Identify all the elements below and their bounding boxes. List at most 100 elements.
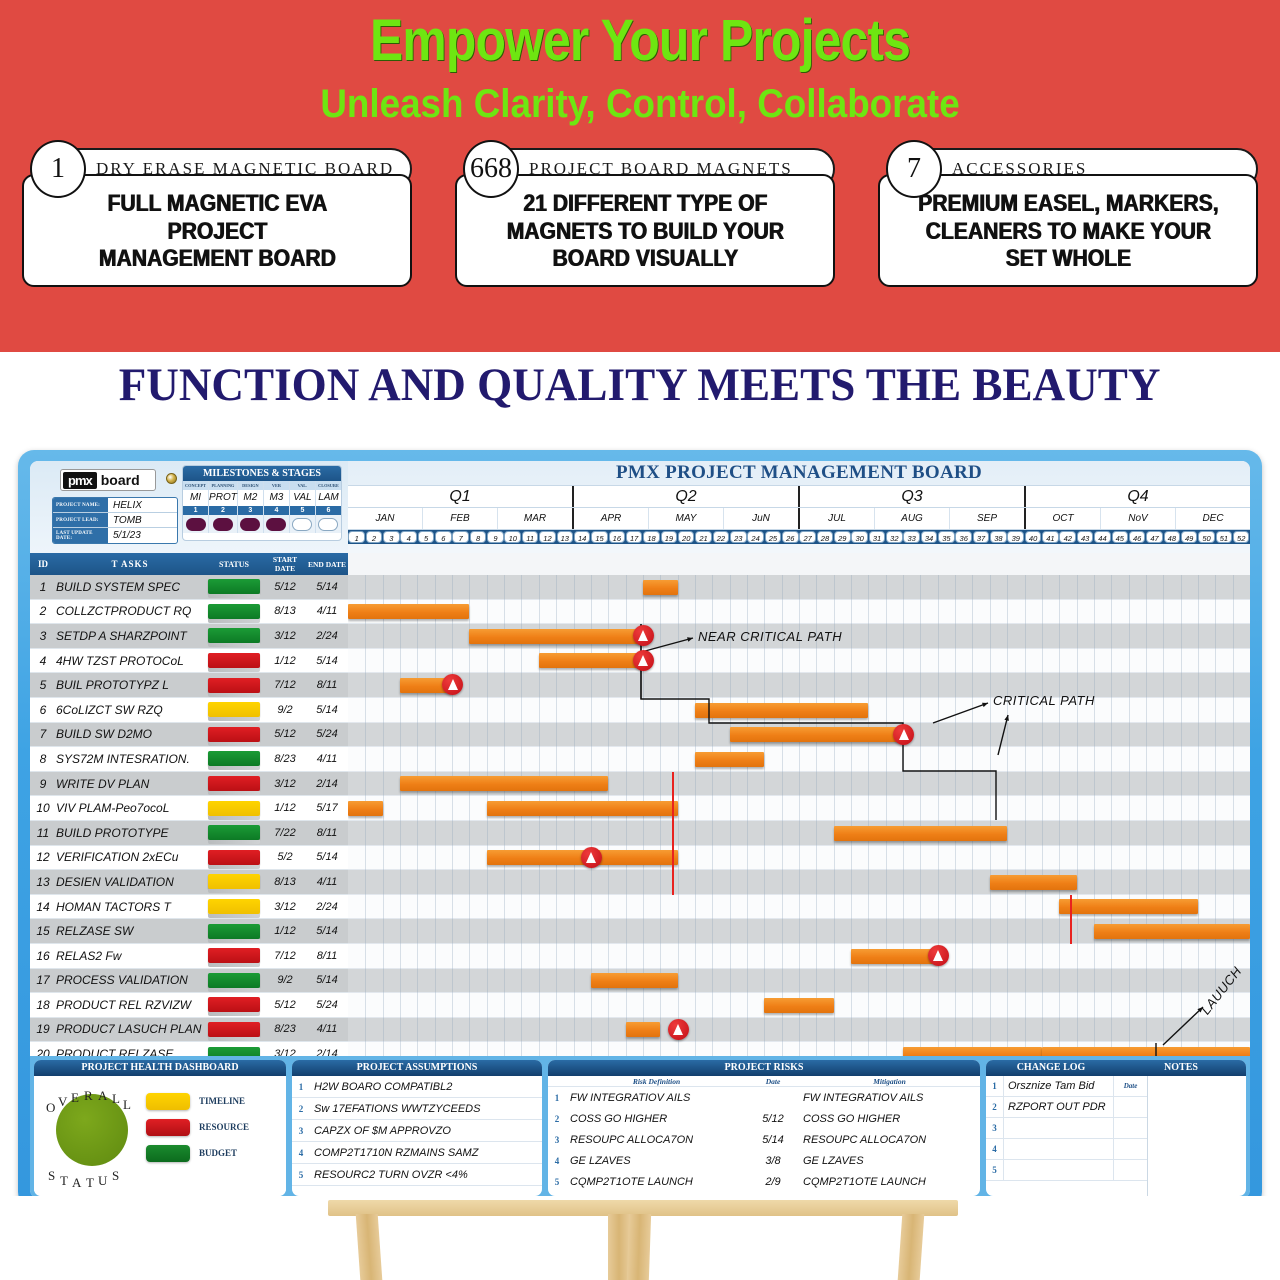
task-status-cell[interactable] <box>204 1021 264 1041</box>
change-log-row[interactable]: 2 RZPORT OUT PDR <box>986 1097 1147 1118</box>
table-row[interactable]: 7 BUILD SW D2MO 5/12 5/24 <box>30 722 348 748</box>
task-status-cell[interactable] <box>204 923 264 943</box>
week-9[interactable]: 9 <box>487 531 504 543</box>
task-start-date[interactable]: 7/12 <box>264 679 306 691</box>
task-start-date[interactable]: 5/12 <box>264 999 306 1011</box>
task-name[interactable]: BUIL PROTOTYPZ L <box>56 678 204 692</box>
week-6[interactable]: 6 <box>435 531 452 543</box>
task-start-date[interactable]: 5/12 <box>264 581 306 593</box>
task-end-date[interactable]: 4/11 <box>306 876 348 888</box>
task-start-date[interactable]: 5/12 <box>264 728 306 740</box>
task-start-date[interactable]: 1/12 <box>264 925 306 937</box>
week-30[interactable]: 30 <box>851 531 868 543</box>
task-start-date[interactable]: 7/22 <box>264 827 306 839</box>
task-name[interactable]: 4HW TZST PROTOCoL <box>56 654 204 668</box>
week-38[interactable]: 38 <box>990 531 1007 543</box>
week-21[interactable]: 21 <box>695 531 712 543</box>
table-row[interactable]: 19 PRODUC7 LASUCH PLAN 8/23 4/11 <box>30 1017 348 1043</box>
change-log-date[interactable] <box>1113 1160 1147 1180</box>
last-update-value[interactable]: 5/1/23 <box>108 528 177 543</box>
task-status-cell[interactable] <box>204 776 264 796</box>
task-status-cell[interactable] <box>204 751 264 771</box>
assumption-text[interactable]: Sw 17EFATIONS WWTZYCEEDS <box>310 1103 542 1115</box>
task-end-date[interactable]: 2/14 <box>306 778 348 790</box>
risk-row[interactable]: 5 CQMP2T1OTE LAUNCH 2/9 CQMP2T1OTE LAUNCH <box>548 1171 980 1192</box>
task-status-cell[interactable] <box>204 579 264 599</box>
status-badge[interactable] <box>208 948 260 968</box>
legend-chip-yellow[interactable] <box>146 1092 190 1110</box>
task-start-date[interactable]: 3/12 <box>264 901 306 913</box>
task-status-cell[interactable] <box>204 702 264 722</box>
week-17[interactable]: 17 <box>625 531 643 543</box>
task-end-date[interactable]: 5/14 <box>306 655 348 667</box>
week-28[interactable]: 28 <box>816 531 834 543</box>
risk-mitigation[interactable]: FW INTEGRATIOV AILS <box>799 1092 980 1104</box>
week-1[interactable]: 1 <box>348 531 365 543</box>
change-log-row[interactable]: 4 <box>986 1139 1147 1160</box>
task-name[interactable]: SYS72M INTESRATION. <box>56 752 204 766</box>
task-status-cell[interactable] <box>204 726 264 746</box>
task-start-date[interactable]: 8/23 <box>264 753 306 765</box>
legend-chip-red[interactable] <box>146 1118 190 1136</box>
task-status-cell[interactable] <box>204 972 264 992</box>
notes-area[interactable] <box>1148 1076 1246 1196</box>
assumption-text[interactable]: H2W BOARO COMPATIBL2 <box>310 1081 542 1093</box>
task-status-cell[interactable] <box>204 800 264 820</box>
week-18[interactable]: 18 <box>643 531 660 543</box>
table-row[interactable]: 14 HOMAN TACTORS T 3/12 2/24 <box>30 894 348 920</box>
week-52[interactable]: 52 <box>1232 531 1250 543</box>
change-log-row[interactable]: 1 Orsznize Tam Bid Date <box>986 1076 1147 1097</box>
week-50[interactable]: 50 <box>1198 531 1215 543</box>
risk-definition[interactable]: CQMP2T1OTE LAUNCH <box>566 1176 747 1188</box>
week-12[interactable]: 12 <box>539 531 556 543</box>
week-8[interactable]: 8 <box>469 531 487 543</box>
week-45[interactable]: 45 <box>1111 531 1129 543</box>
task-start-date[interactable]: 7/12 <box>264 950 306 962</box>
task-start-date[interactable]: 9/2 <box>264 974 306 986</box>
table-row[interactable]: 12 VERIFICATION 2xECu 5/2 5/14 <box>30 845 348 871</box>
task-start-date[interactable]: 3/12 <box>264 778 306 790</box>
week-39[interactable]: 39 <box>1007 531 1025 543</box>
task-end-date[interactable]: 5/24 <box>306 999 348 1011</box>
assumption-text[interactable]: COMP2T1710N RZMAINS SAMZ <box>310 1147 542 1159</box>
milestone-col-2[interactable]: PLANNING PROT 2 <box>209 481 238 533</box>
milestone-dot-icon[interactable] <box>240 517 261 531</box>
change-log-date[interactable] <box>1113 1097 1147 1117</box>
week-11[interactable]: 11 <box>521 531 539 543</box>
status-badge[interactable] <box>208 800 260 820</box>
risk-row[interactable]: 1 FW INTEGRATIOV AILS FW INTEGRATIOV AILS <box>548 1087 980 1108</box>
risk-mitigation[interactable]: RESOUPC ALLOCA7ON <box>799 1134 980 1146</box>
task-name[interactable]: PRODUC7 LASUCH PLAN <box>56 1022 204 1036</box>
week-51[interactable]: 51 <box>1215 531 1233 543</box>
task-name[interactable]: SETDP A SHARZPOINT <box>56 629 204 643</box>
week-26[interactable]: 26 <box>781 531 799 543</box>
task-start-date[interactable]: 8/13 <box>264 605 306 617</box>
status-badge[interactable] <box>208 726 260 746</box>
status-badge[interactable] <box>208 751 260 771</box>
status-badge[interactable] <box>208 825 260 845</box>
table-row[interactable]: 11 BUILD PROTOTYPE 7/22 8/11 <box>30 820 348 846</box>
task-start-date[interactable]: 9/2 <box>264 704 306 716</box>
week-27[interactable]: 27 <box>799 531 816 543</box>
week-7[interactable]: 7 <box>452 531 470 543</box>
week-42[interactable]: 42 <box>1059 531 1077 543</box>
week-33[interactable]: 33 <box>903 531 920 543</box>
week-49[interactable]: 49 <box>1180 531 1198 543</box>
assumption-row[interactable]: 3 CAPZX OF $M APPROVZO <box>292 1120 542 1142</box>
status-badge[interactable] <box>208 1021 260 1041</box>
task-start-date[interactable]: 1/12 <box>264 802 306 814</box>
status-badge[interactable] <box>208 899 260 919</box>
task-name[interactable]: VIV PLAM-Peo7ocoL <box>56 801 204 815</box>
task-end-date[interactable]: 8/11 <box>306 950 348 962</box>
task-status-cell[interactable] <box>204 997 264 1017</box>
risk-row[interactable]: 3 RESOUPC ALLOCA7ON 5/14 RESOUPC ALLOCA7ON <box>548 1129 980 1150</box>
week-25[interactable]: 25 <box>764 531 782 543</box>
task-end-date[interactable]: 8/11 <box>306 679 348 691</box>
task-name[interactable]: WRITE DV PLAN <box>56 777 204 791</box>
week-15[interactable]: 15 <box>591 531 608 543</box>
status-badge[interactable] <box>208 628 260 648</box>
risk-date[interactable]: 5/14 <box>747 1134 799 1146</box>
task-name[interactable]: BUILD SW D2MO <box>56 727 204 741</box>
milestone-dot-icon[interactable] <box>212 517 233 531</box>
task-name[interactable]: BUILD PROTOTYPE <box>56 826 204 840</box>
